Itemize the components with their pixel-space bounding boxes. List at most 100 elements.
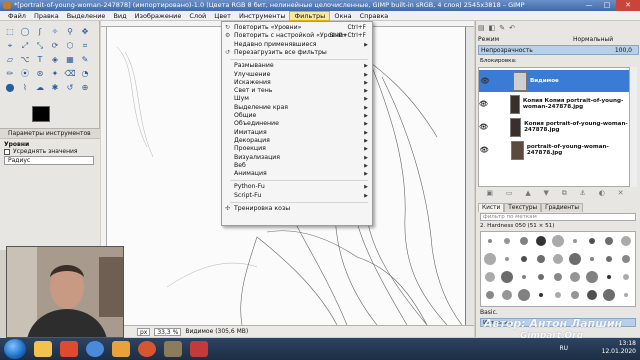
filters-menu-item[interactable]: Веб ▶ <box>222 162 372 170</box>
filters-menu-item[interactable]: Визуализация ▶ <box>222 154 372 162</box>
anchor-layer-icon[interactable]: ⚓ <box>580 189 586 199</box>
menu-6[interactable]: Цвет <box>210 11 235 21</box>
brush-thumbnail[interactable] <box>504 238 510 244</box>
tool-icon-27[interactable]: ✱ <box>48 81 62 94</box>
menu-0[interactable]: Файл <box>4 11 30 21</box>
filters-menu-item[interactable]: Объединение ▶ <box>222 120 372 128</box>
tool-icon-1[interactable]: ◯ <box>18 25 32 38</box>
tool-icon-28[interactable]: ↺ <box>63 81 77 94</box>
layers-scrollbar[interactable] <box>630 67 637 187</box>
media-taskbar-icon[interactable] <box>60 341 78 357</box>
brush-grid[interactable] <box>480 231 636 307</box>
brush-tag-filter[interactable]: фильтр по меткам <box>480 213 636 221</box>
brush-thumbnail[interactable] <box>520 237 528 245</box>
visibility-eye-icon[interactable]: 👁 <box>479 77 491 85</box>
tool-icon-20[interactable]: ⊛ <box>33 67 47 80</box>
brush-thumbnail[interactable] <box>603 289 615 301</box>
layer-row[interactable]: 👁 portrait-of-young-woman-247878.jpg <box>479 139 629 161</box>
undo-tab-icon[interactable]: ↶ <box>509 24 515 33</box>
menu-3[interactable]: Вид <box>109 11 130 21</box>
brush-thumbnail[interactable] <box>573 239 577 243</box>
zoom-select[interactable]: 33,3 % <box>154 327 182 336</box>
duplicate-layer-icon[interactable]: ⧉ <box>562 189 567 199</box>
filters-menu-item[interactable]: Script-Fu ▶ <box>222 192 372 200</box>
layers-tab-icon[interactable]: ▤ <box>478 24 485 33</box>
tool-icon-11[interactable]: ⌗ <box>78 39 92 52</box>
filters-menu-item[interactable]: Имитация ▶ <box>222 129 372 137</box>
brush-thumbnail[interactable] <box>569 253 581 265</box>
brush-thumbnail[interactable] <box>623 274 629 280</box>
brush-thumbnail[interactable] <box>621 236 631 246</box>
mode-select[interactable]: Нормальный <box>573 35 613 44</box>
tool-icon-15[interactable]: ◈ <box>48 53 62 66</box>
filters-menu-item[interactable]: Размывание ▶ <box>222 62 372 70</box>
start-button[interactable] <box>4 339 26 359</box>
menu-10[interactable]: Справка <box>356 11 393 21</box>
brush-thumbnail[interactable] <box>553 254 563 264</box>
menu-9[interactable]: Окна <box>330 11 355 21</box>
tool-icon-0[interactable]: ⬚ <box>3 25 17 38</box>
tool-icon-7[interactable]: ⤢ <box>18 39 32 52</box>
filters-menu-item[interactable]: Улучшение ▶ <box>222 71 372 79</box>
gimp-taskbar-icon[interactable] <box>164 341 182 357</box>
filters-menu-item[interactable]: ⚙ Повторить с настройкой «Уровни» Shift+Ct… <box>222 32 372 40</box>
explorer-taskbar-icon[interactable] <box>34 341 52 357</box>
menu-1[interactable]: Правка <box>30 11 63 21</box>
filters-menu-item[interactable]: Проекция ▶ <box>222 145 372 153</box>
brush-thumbnail[interactable] <box>605 237 613 245</box>
language-indicator[interactable]: RU <box>559 345 568 352</box>
minimize-button[interactable]: — <box>580 0 598 11</box>
filters-menu-item[interactable]: Шум ▶ <box>222 95 372 103</box>
filters-menu-item[interactable]: Искажения ▶ <box>222 79 372 87</box>
brush-thumbnail[interactable] <box>501 271 513 283</box>
brush-thumbnail[interactable] <box>606 256 612 262</box>
tool-icon-13[interactable]: ⌥ <box>18 53 32 66</box>
system-clock[interactable]: 13:18 12.01.2020 <box>602 340 636 356</box>
yandex-taskbar-icon[interactable] <box>138 341 156 357</box>
brush-thumbnail[interactable] <box>570 272 580 282</box>
filters-menu-item[interactable]: Общие ▶ <box>222 112 372 120</box>
tool-icon-6[interactable]: ⌖ <box>3 39 17 52</box>
brush-thumbnail[interactable] <box>571 291 579 299</box>
tool-icon-18[interactable]: ✏ <box>3 67 17 80</box>
menu-8[interactable]: Фильтры <box>289 10 331 21</box>
brush-thumbnail[interactable] <box>488 239 492 243</box>
filters-menu-item[interactable]: Выделение края ▶ <box>222 104 372 112</box>
average-checkbox[interactable] <box>4 149 10 155</box>
brush-thumbnail[interactable] <box>590 257 594 261</box>
tool-icon-2[interactable]: ʃ <box>33 25 47 38</box>
brush-thumbnail[interactable] <box>622 255 630 263</box>
tool-icon-10[interactable]: ⬡ <box>63 39 77 52</box>
menu-2[interactable]: Выделение <box>63 11 110 21</box>
filters-menu-item[interactable]: Декорация ▶ <box>222 137 372 145</box>
visibility-eye-icon[interactable]: 👁 <box>479 123 488 131</box>
menu-5[interactable]: Слой <box>185 11 210 21</box>
tool-icon-26[interactable]: ☁ <box>33 81 47 94</box>
tool-icon-19[interactable]: ⦿ <box>18 67 32 80</box>
tool-icon-29[interactable]: ⊕ <box>78 81 92 94</box>
brush-thumbnail[interactable] <box>586 271 598 283</box>
layer-row[interactable]: 👁 Копия portrait-of-young-woman-247878.jp… <box>479 116 629 138</box>
filters-menu-item[interactable]: Анимация ▶ <box>222 170 372 178</box>
visibility-eye-icon[interactable]: 👁 <box>479 146 489 154</box>
tool-options-header[interactable]: Параметры инструментов <box>0 129 100 139</box>
brush-thumbnail[interactable] <box>552 235 564 247</box>
canvas-vertical-scrollbar[interactable] <box>466 27 474 325</box>
brushes-tab[interactable]: Кисти <box>478 203 505 212</box>
lower-layer-icon[interactable]: ▼ <box>544 189 549 199</box>
brush-thumbnail[interactable] <box>484 253 496 265</box>
brushes-tab[interactable]: Градиенты <box>541 203 583 212</box>
brush-thumbnail[interactable] <box>485 272 495 282</box>
brush-thumbnail[interactable] <box>537 255 545 263</box>
brush-thumbnail[interactable] <box>502 290 512 300</box>
filters-menu-item[interactable]: Python-Fu ▶ <box>222 183 372 191</box>
tool-icon-16[interactable]: ▦ <box>63 53 77 66</box>
tool-icon-3[interactable]: ✧ <box>48 25 62 38</box>
foreground-color-swatch[interactable] <box>32 106 50 122</box>
tool-icon-17[interactable]: ✎ <box>78 53 92 66</box>
layer-row[interactable]: 👁 Видимое <box>479 70 629 92</box>
tool-icon-9[interactable]: ⟳ <box>48 39 62 52</box>
tool-icon-22[interactable]: ⌫ <box>63 67 77 80</box>
brush-thumbnail[interactable] <box>587 290 597 300</box>
channels-tab-icon[interactable]: ◧ <box>489 24 496 33</box>
